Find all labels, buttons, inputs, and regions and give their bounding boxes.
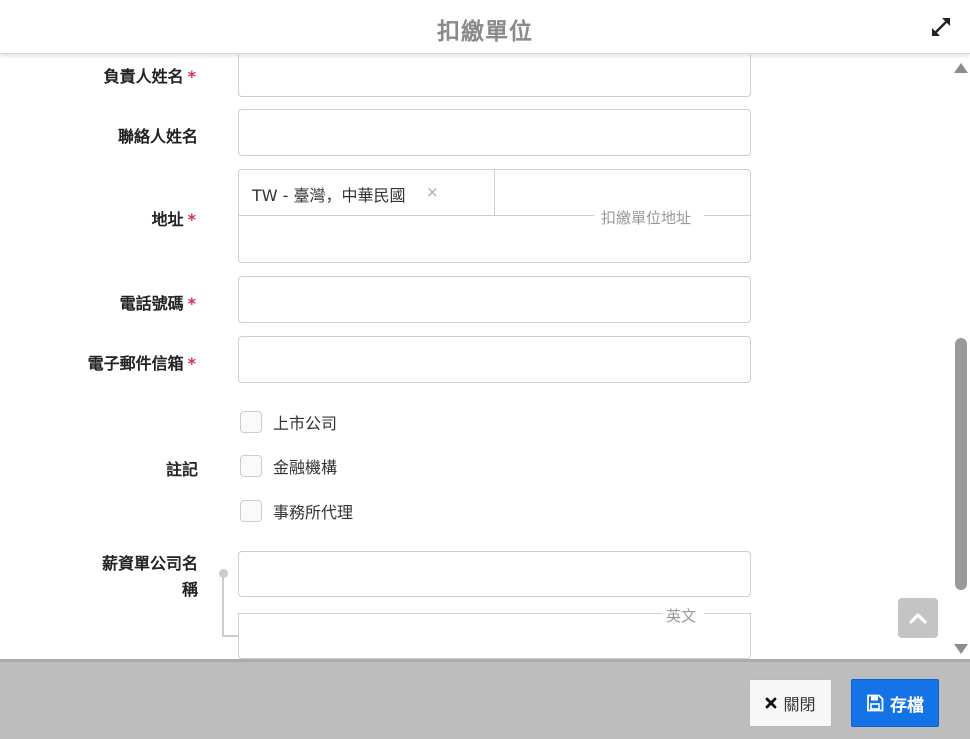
- responsible-name-label: 負責人姓名 *: [103, 67, 196, 86]
- divider: [704, 215, 751, 216]
- save-button-label: 存檔: [890, 695, 924, 716]
- required-mark: *: [187, 67, 196, 86]
- contact-name-label: 聯絡人姓名: [117, 127, 198, 146]
- remove-country-icon[interactable]: ×: [426, 183, 439, 201]
- notes-label: 註記: [165, 460, 198, 479]
- country-select[interactable]: TW - 臺灣，中華民國 ×: [238, 169, 495, 216]
- checkbox-label: 金融機構: [273, 458, 338, 477]
- english-sub-label: 英文: [662, 605, 701, 626]
- save-button[interactable]: 存檔: [851, 679, 939, 727]
- dialog-footer: 關閉 存檔: [0, 659, 970, 739]
- email-label: 電子郵件信箱 *: [87, 354, 196, 373]
- close-button-label: 關閉: [783, 695, 816, 714]
- address-sub-label: 扣繳單位地址: [597, 207, 696, 228]
- divider: [704, 613, 751, 614]
- payslip-company-name-input[interactable]: [238, 551, 751, 597]
- close-button[interactable]: 關閉: [749, 679, 832, 727]
- payslip-company-name-label: 薪資單公司名 稱: [101, 554, 198, 599]
- checkbox-box[interactable]: [240, 455, 262, 477]
- divider: [238, 613, 662, 614]
- email-input[interactable]: [238, 336, 751, 383]
- divider: [238, 215, 594, 216]
- address-label: 地址 *: [151, 210, 196, 229]
- checkbox-financial-institution[interactable]: 金融機構: [240, 455, 337, 477]
- checkbox-box[interactable]: [240, 411, 262, 433]
- checkbox-box[interactable]: [240, 500, 262, 522]
- checkbox-listed-company[interactable]: 上市公司: [240, 411, 337, 433]
- required-mark: *: [187, 354, 196, 373]
- back-to-top-button[interactable]: [898, 598, 938, 638]
- chevron-up-icon: [909, 613, 927, 624]
- checkbox-firm-agent[interactable]: 事務所代理: [240, 500, 353, 522]
- contact-name-input[interactable]: [238, 109, 751, 156]
- tree-connector-line: [222, 575, 224, 637]
- close-x-icon: [766, 697, 777, 709]
- floppy-disk-icon: [867, 694, 884, 712]
- responsible-name-input[interactable]: [238, 55, 751, 97]
- triangle-up-icon[interactable]: [953, 60, 969, 74]
- form-body: 負責人姓名 * 聯絡人姓名 地址 * TW - 臺灣，中華民國 × 扣繳單位地址 電…: [0, 55, 952, 659]
- dialog-title: 扣繳單位: [437, 19, 533, 45]
- expand-icon[interactable]: [928, 14, 954, 40]
- phone-input[interactable]: [238, 276, 751, 323]
- country-tag: TW - 臺灣，中華民國: [252, 186, 406, 205]
- triangle-down-icon[interactable]: [953, 641, 969, 655]
- dialog-header: 扣繳單位: [0, 0, 970, 54]
- tree-connector-line: [222, 635, 238, 637]
- scrollbar-thumb[interactable]: [955, 338, 967, 590]
- checkbox-label: 上市公司: [273, 414, 338, 433]
- phone-label: 電話號碼 *: [119, 294, 196, 313]
- required-mark: *: [187, 294, 196, 313]
- checkbox-label: 事務所代理: [273, 503, 354, 522]
- required-mark: *: [187, 210, 196, 229]
